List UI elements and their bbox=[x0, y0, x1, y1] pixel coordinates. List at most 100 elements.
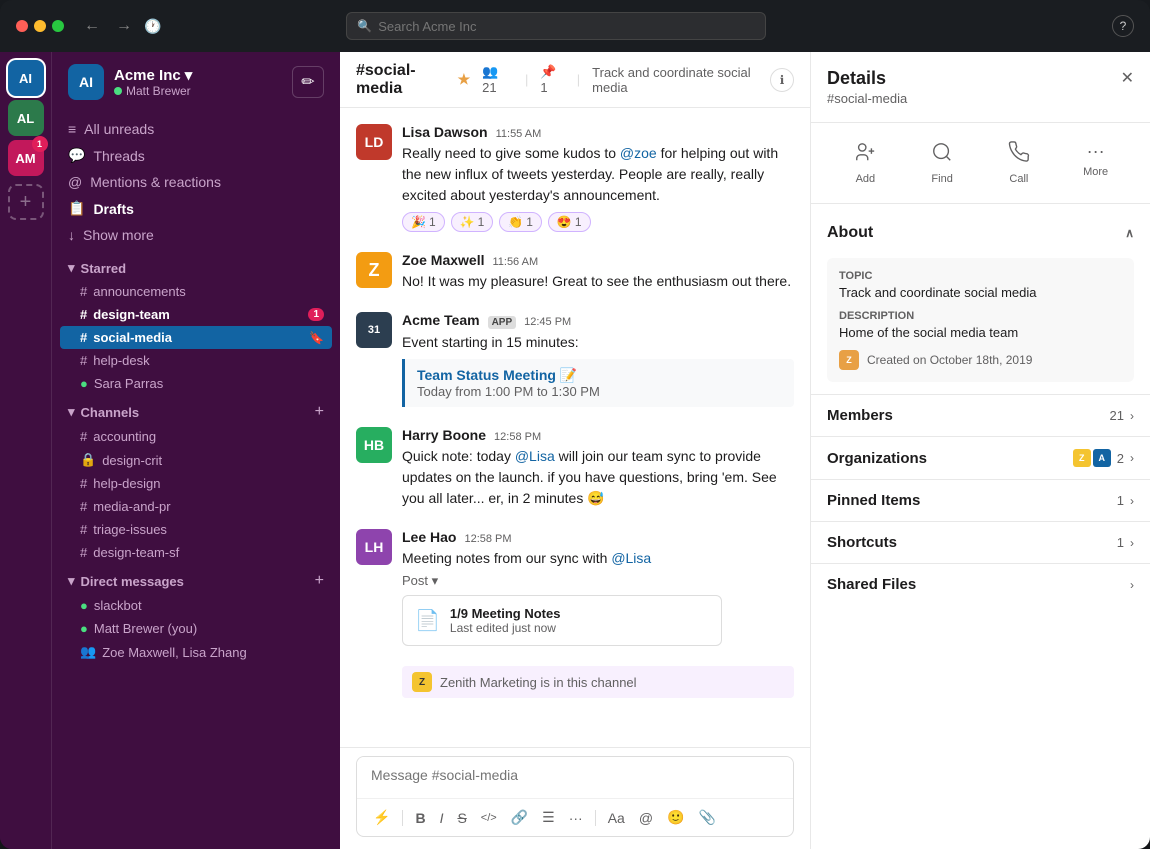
link-button[interactable]: 🔗 bbox=[505, 805, 534, 830]
details-add-button[interactable]: Add bbox=[827, 135, 904, 191]
dm-item-slackbot[interactable]: ● slackbot bbox=[52, 594, 340, 617]
reaction-item[interactable]: 😍 1 bbox=[548, 212, 591, 232]
sidebar-nav-all-unreads[interactable]: ≡ All unreads bbox=[52, 116, 340, 142]
traffic-lights bbox=[16, 20, 64, 32]
help-button[interactable]: ? bbox=[1112, 15, 1134, 37]
channels-section-left: ▾ Channels bbox=[68, 404, 139, 420]
message-time: 11:56 AM bbox=[492, 256, 538, 268]
messages-area[interactable]: LD Lisa Dawson 11:55 AM Really need to g… bbox=[340, 108, 810, 747]
close-traffic-light[interactable] bbox=[16, 20, 28, 32]
channel-item-social-media[interactable]: # social-media 🔖 bbox=[60, 326, 332, 349]
strikethrough-button[interactable]: S bbox=[451, 806, 472, 830]
hash-icon: # bbox=[80, 284, 87, 299]
post-card[interactable]: 📄 1/9 Meeting Notes Last edited just now bbox=[402, 595, 722, 646]
threads-icon: 💬 bbox=[68, 147, 85, 164]
history-button[interactable]: 🕐 bbox=[144, 15, 161, 37]
app-window: ← → 🕐 🔍 ? AI AL bbox=[0, 0, 1150, 849]
channel-item-design-team[interactable]: # design-team 1 bbox=[52, 303, 340, 326]
details-header: Details #social-media ✕ bbox=[811, 52, 1150, 123]
add-workspace-button[interactable]: + bbox=[8, 184, 44, 220]
close-details-button[interactable]: ✕ bbox=[1121, 68, 1134, 88]
title-bar: ← → 🕐 🔍 ? bbox=[0, 0, 1150, 52]
message-input[interactable] bbox=[357, 757, 793, 793]
channel-item-accounting[interactable]: # accounting bbox=[52, 425, 340, 448]
hash-icon: # bbox=[80, 307, 87, 322]
starred-chevron-icon: ▾ bbox=[68, 260, 75, 276]
message-author: Harry Boone bbox=[402, 427, 486, 443]
avatar: LH bbox=[356, 529, 392, 565]
all-unreads-label: All unreads bbox=[84, 121, 154, 137]
details-find-button[interactable]: Find bbox=[904, 135, 981, 191]
organizations-row[interactable]: Organizations Z A 2 › bbox=[811, 436, 1150, 479]
add-dm-button[interactable]: + bbox=[315, 572, 324, 590]
mention-button[interactable]: @ bbox=[633, 806, 659, 830]
details-more-button[interactable]: ··· More bbox=[1057, 135, 1134, 191]
details-call-button[interactable]: Call bbox=[981, 135, 1058, 191]
zenith-banner: Z Zenith Marketing is in this channel bbox=[402, 666, 794, 698]
channel-item-sara-parras[interactable]: ● Sara Parras bbox=[52, 372, 340, 395]
dm-dot-icon: ● bbox=[80, 621, 88, 636]
search-bar[interactable]: 🔍 bbox=[346, 12, 766, 40]
mentions-label: Mentions & reactions bbox=[90, 174, 221, 190]
reaction-item[interactable]: 👏 1 bbox=[499, 212, 542, 232]
search-input[interactable] bbox=[378, 19, 755, 34]
lightning-button[interactable]: ⚡ bbox=[367, 805, 396, 830]
more-icon: ··· bbox=[1087, 141, 1105, 162]
bold-button[interactable]: B bbox=[409, 806, 431, 830]
font-button[interactable]: Aa bbox=[602, 806, 631, 830]
more-formatting-button[interactable]: ··· bbox=[563, 806, 589, 830]
italic-button[interactable]: I bbox=[434, 806, 450, 830]
workspace-name[interactable]: Acme Inc ▾ bbox=[114, 66, 192, 84]
organizations-count: 2 bbox=[1117, 451, 1124, 466]
creator-avatar: Z bbox=[839, 350, 859, 370]
channel-item-help-design[interactable]: # help-design bbox=[52, 472, 340, 495]
channel-info-button[interactable]: ℹ bbox=[770, 68, 794, 92]
list-button[interactable]: ☰ bbox=[536, 805, 561, 830]
emoji-button[interactable]: 🙂 bbox=[661, 805, 690, 830]
back-button[interactable]: ← bbox=[80, 15, 104, 37]
more-action-label: More bbox=[1083, 166, 1108, 178]
minimize-traffic-light[interactable] bbox=[34, 20, 46, 32]
sidebar-nav-drafts[interactable]: 📋 Drafts bbox=[52, 195, 340, 222]
channel-item-announcements[interactable]: # announcements bbox=[52, 280, 340, 303]
maximize-traffic-light[interactable] bbox=[52, 20, 64, 32]
sidebar-nav-mentions[interactable]: @ Mentions & reactions bbox=[52, 169, 340, 195]
reaction-item[interactable]: 🎉 1 bbox=[402, 212, 445, 232]
members-row[interactable]: Members 21 › bbox=[811, 394, 1150, 436]
sidebar-nav-threads[interactable]: 💬 Threads bbox=[52, 142, 340, 169]
pinned-items-row[interactable]: Pinned Items 1 › bbox=[811, 479, 1150, 521]
shortcuts-row[interactable]: Shortcuts 1 › bbox=[811, 521, 1150, 563]
chevron-right-icon: › bbox=[1130, 578, 1134, 592]
channel-name: announcements bbox=[93, 284, 186, 299]
dm-item-matt-brewer[interactable]: ● Matt Brewer (you) bbox=[52, 617, 340, 640]
channel-item-design-team-sf[interactable]: # design-team-sf bbox=[52, 541, 340, 564]
channels-section-header[interactable]: ▾ Channels + bbox=[52, 395, 340, 425]
workspace-icon-am[interactable]: AM 1 bbox=[8, 140, 44, 176]
members-label: Members bbox=[827, 407, 893, 424]
sidebar-nav-show-more[interactable]: ↓ Show more bbox=[52, 222, 340, 248]
add-channel-button[interactable]: + bbox=[315, 403, 324, 421]
compose-button[interactable]: ✏ bbox=[292, 66, 324, 98]
reactions: 🎉 1 ✨ 1 👏 1 😍 1 bbox=[402, 212, 794, 232]
dm-chevron-icon: ▾ bbox=[68, 573, 75, 589]
workspace-icon-al[interactable]: AL bbox=[8, 100, 44, 136]
code-button[interactable]: </> bbox=[475, 808, 503, 828]
message-header: Harry Boone 12:58 PM bbox=[402, 427, 794, 443]
workspace-icon-ai[interactable]: AI bbox=[8, 60, 44, 96]
channel-item-triage-issues[interactable]: # triage-issues bbox=[52, 518, 340, 541]
dm-section-header[interactable]: ▾ Direct messages + bbox=[52, 564, 340, 594]
star-icon[interactable]: ★ bbox=[458, 71, 471, 88]
attachment-button[interactable]: 📎 bbox=[692, 805, 721, 830]
reaction-item[interactable]: ✨ 1 bbox=[451, 212, 494, 232]
about-header[interactable]: About ∧ bbox=[827, 216, 1134, 250]
channel-item-media-and-pr[interactable]: # media-and-pr bbox=[52, 495, 340, 518]
forward-button[interactable]: → bbox=[112, 15, 136, 37]
avatar: Z bbox=[356, 252, 392, 288]
starred-section-header[interactable]: ▾ Starred bbox=[52, 252, 340, 280]
avatar: HB bbox=[356, 427, 392, 463]
shared-files-row[interactable]: Shared Files › bbox=[811, 563, 1150, 605]
channel-item-help-desk[interactable]: # help-desk bbox=[52, 349, 340, 372]
hash-icon: # bbox=[80, 499, 87, 514]
channel-item-design-crit[interactable]: 🔒 design-crit bbox=[52, 448, 340, 472]
dm-item-zoe-lisa[interactable]: 👥 Zoe Maxwell, Lisa Zhang bbox=[52, 640, 340, 664]
